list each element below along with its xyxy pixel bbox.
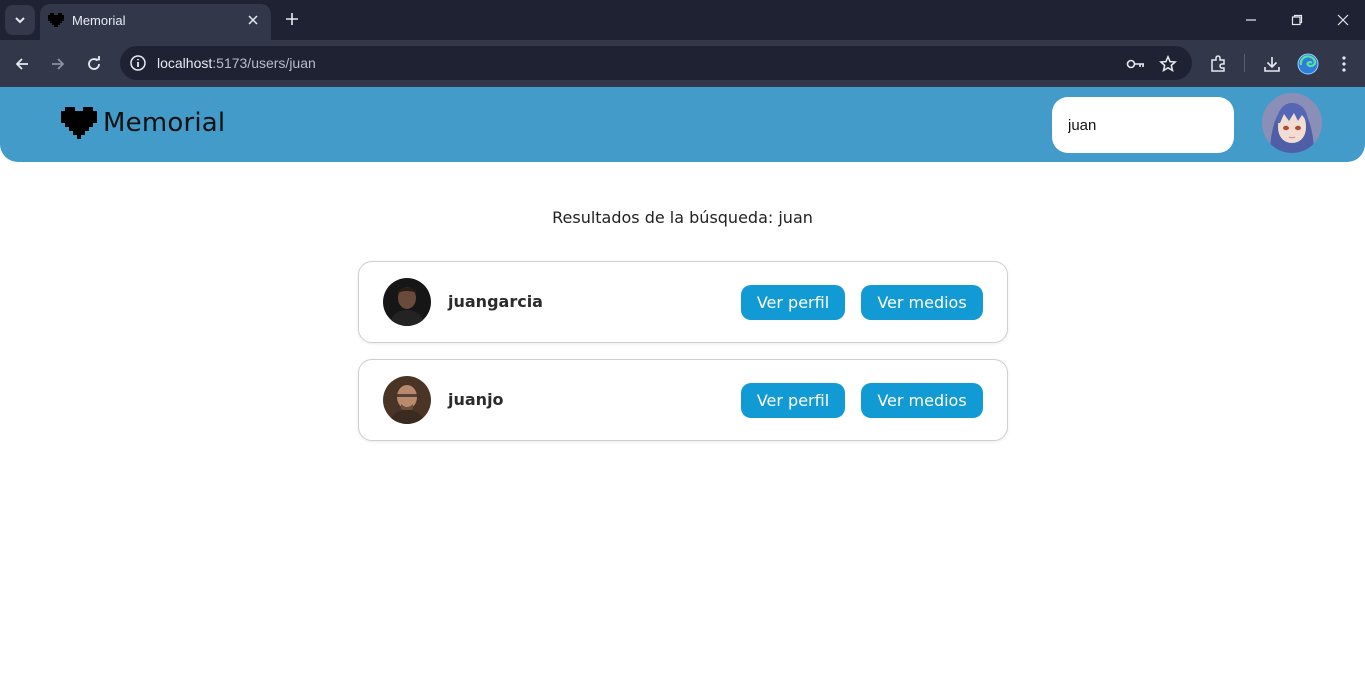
downloads-button[interactable]	[1260, 52, 1284, 76]
browser-tab-bar: Memorial	[0, 0, 1365, 40]
current-user-avatar[interactable]	[1262, 93, 1322, 153]
restore-icon	[1291, 14, 1303, 26]
minimize-button[interactable]	[1239, 8, 1263, 32]
new-tab-button[interactable]	[281, 9, 303, 31]
view-media-button[interactable]: Ver medios	[861, 383, 983, 418]
user-photo-juangarcia	[383, 278, 431, 326]
search-input[interactable]	[1052, 97, 1234, 153]
minimize-icon	[1246, 19, 1256, 21]
active-tab[interactable]: Memorial	[40, 4, 271, 40]
close-window-button[interactable]	[1331, 8, 1355, 32]
back-button[interactable]	[10, 52, 34, 76]
close-icon	[1337, 14, 1349, 26]
view-media-button[interactable]: Ver medios	[861, 285, 983, 320]
toolbar-separator	[1244, 54, 1245, 72]
reload-button[interactable]	[82, 52, 106, 76]
close-icon	[248, 15, 258, 25]
browser-toolbar: localhost:5173/users/juan	[0, 40, 1365, 87]
key-icon	[1126, 59, 1144, 69]
tab-title: Memorial	[72, 13, 126, 28]
results-heading: Resultados de la búsqueda: juan	[552, 208, 813, 227]
bookmark-star-button[interactable]	[1158, 54, 1178, 74]
heart-logo-icon	[61, 107, 97, 139]
user-avatar	[383, 376, 431, 424]
star-icon	[1159, 55, 1177, 73]
logo[interactable]: Memorial	[61, 107, 225, 139]
url-text: localhost:5173/users/juan	[157, 55, 316, 71]
restore-button[interactable]	[1285, 8, 1309, 32]
username[interactable]: juangarcia	[448, 292, 543, 311]
user-avatar	[383, 278, 431, 326]
chevron-down-icon	[15, 17, 25, 24]
address-bar[interactable]: localhost:5173/users/juan	[120, 46, 1192, 80]
user-photo-juanjo	[383, 376, 431, 424]
view-profile-button[interactable]: Ver perfil	[741, 285, 845, 320]
edge-profile-icon	[1297, 53, 1319, 75]
profile-button[interactable]	[1296, 52, 1320, 76]
app-header: Memorial	[0, 87, 1365, 162]
tab-search-button[interactable]	[5, 5, 35, 35]
logo-text: Memorial	[103, 108, 226, 138]
extensions-button[interactable]	[1206, 52, 1230, 76]
tab-close-button[interactable]	[243, 10, 263, 30]
reload-icon	[88, 56, 100, 70]
forward-button[interactable]	[46, 52, 70, 76]
download-icon	[1264, 57, 1280, 72]
heart-favicon-icon	[48, 13, 64, 27]
user-card: juangarcia Ver perfil Ver medios	[358, 261, 1008, 343]
extensions-icon	[1211, 55, 1225, 72]
avatar-image	[1262, 93, 1322, 153]
forward-icon	[52, 58, 65, 70]
view-profile-button[interactable]: Ver perfil	[741, 383, 845, 418]
username[interactable]: juanjo	[448, 390, 504, 409]
back-icon	[15, 58, 28, 70]
password-key-button[interactable]	[1126, 54, 1146, 74]
browser-menu-button[interactable]	[1332, 52, 1356, 76]
url-path: :5173/users/juan	[212, 55, 316, 71]
url-host: localhost	[157, 55, 213, 71]
plus-icon	[286, 13, 298, 25]
more-icon	[1342, 56, 1346, 72]
user-card: juanjo Ver perfil Ver medios	[358, 359, 1008, 441]
site-info-icon[interactable]	[129, 54, 147, 72]
